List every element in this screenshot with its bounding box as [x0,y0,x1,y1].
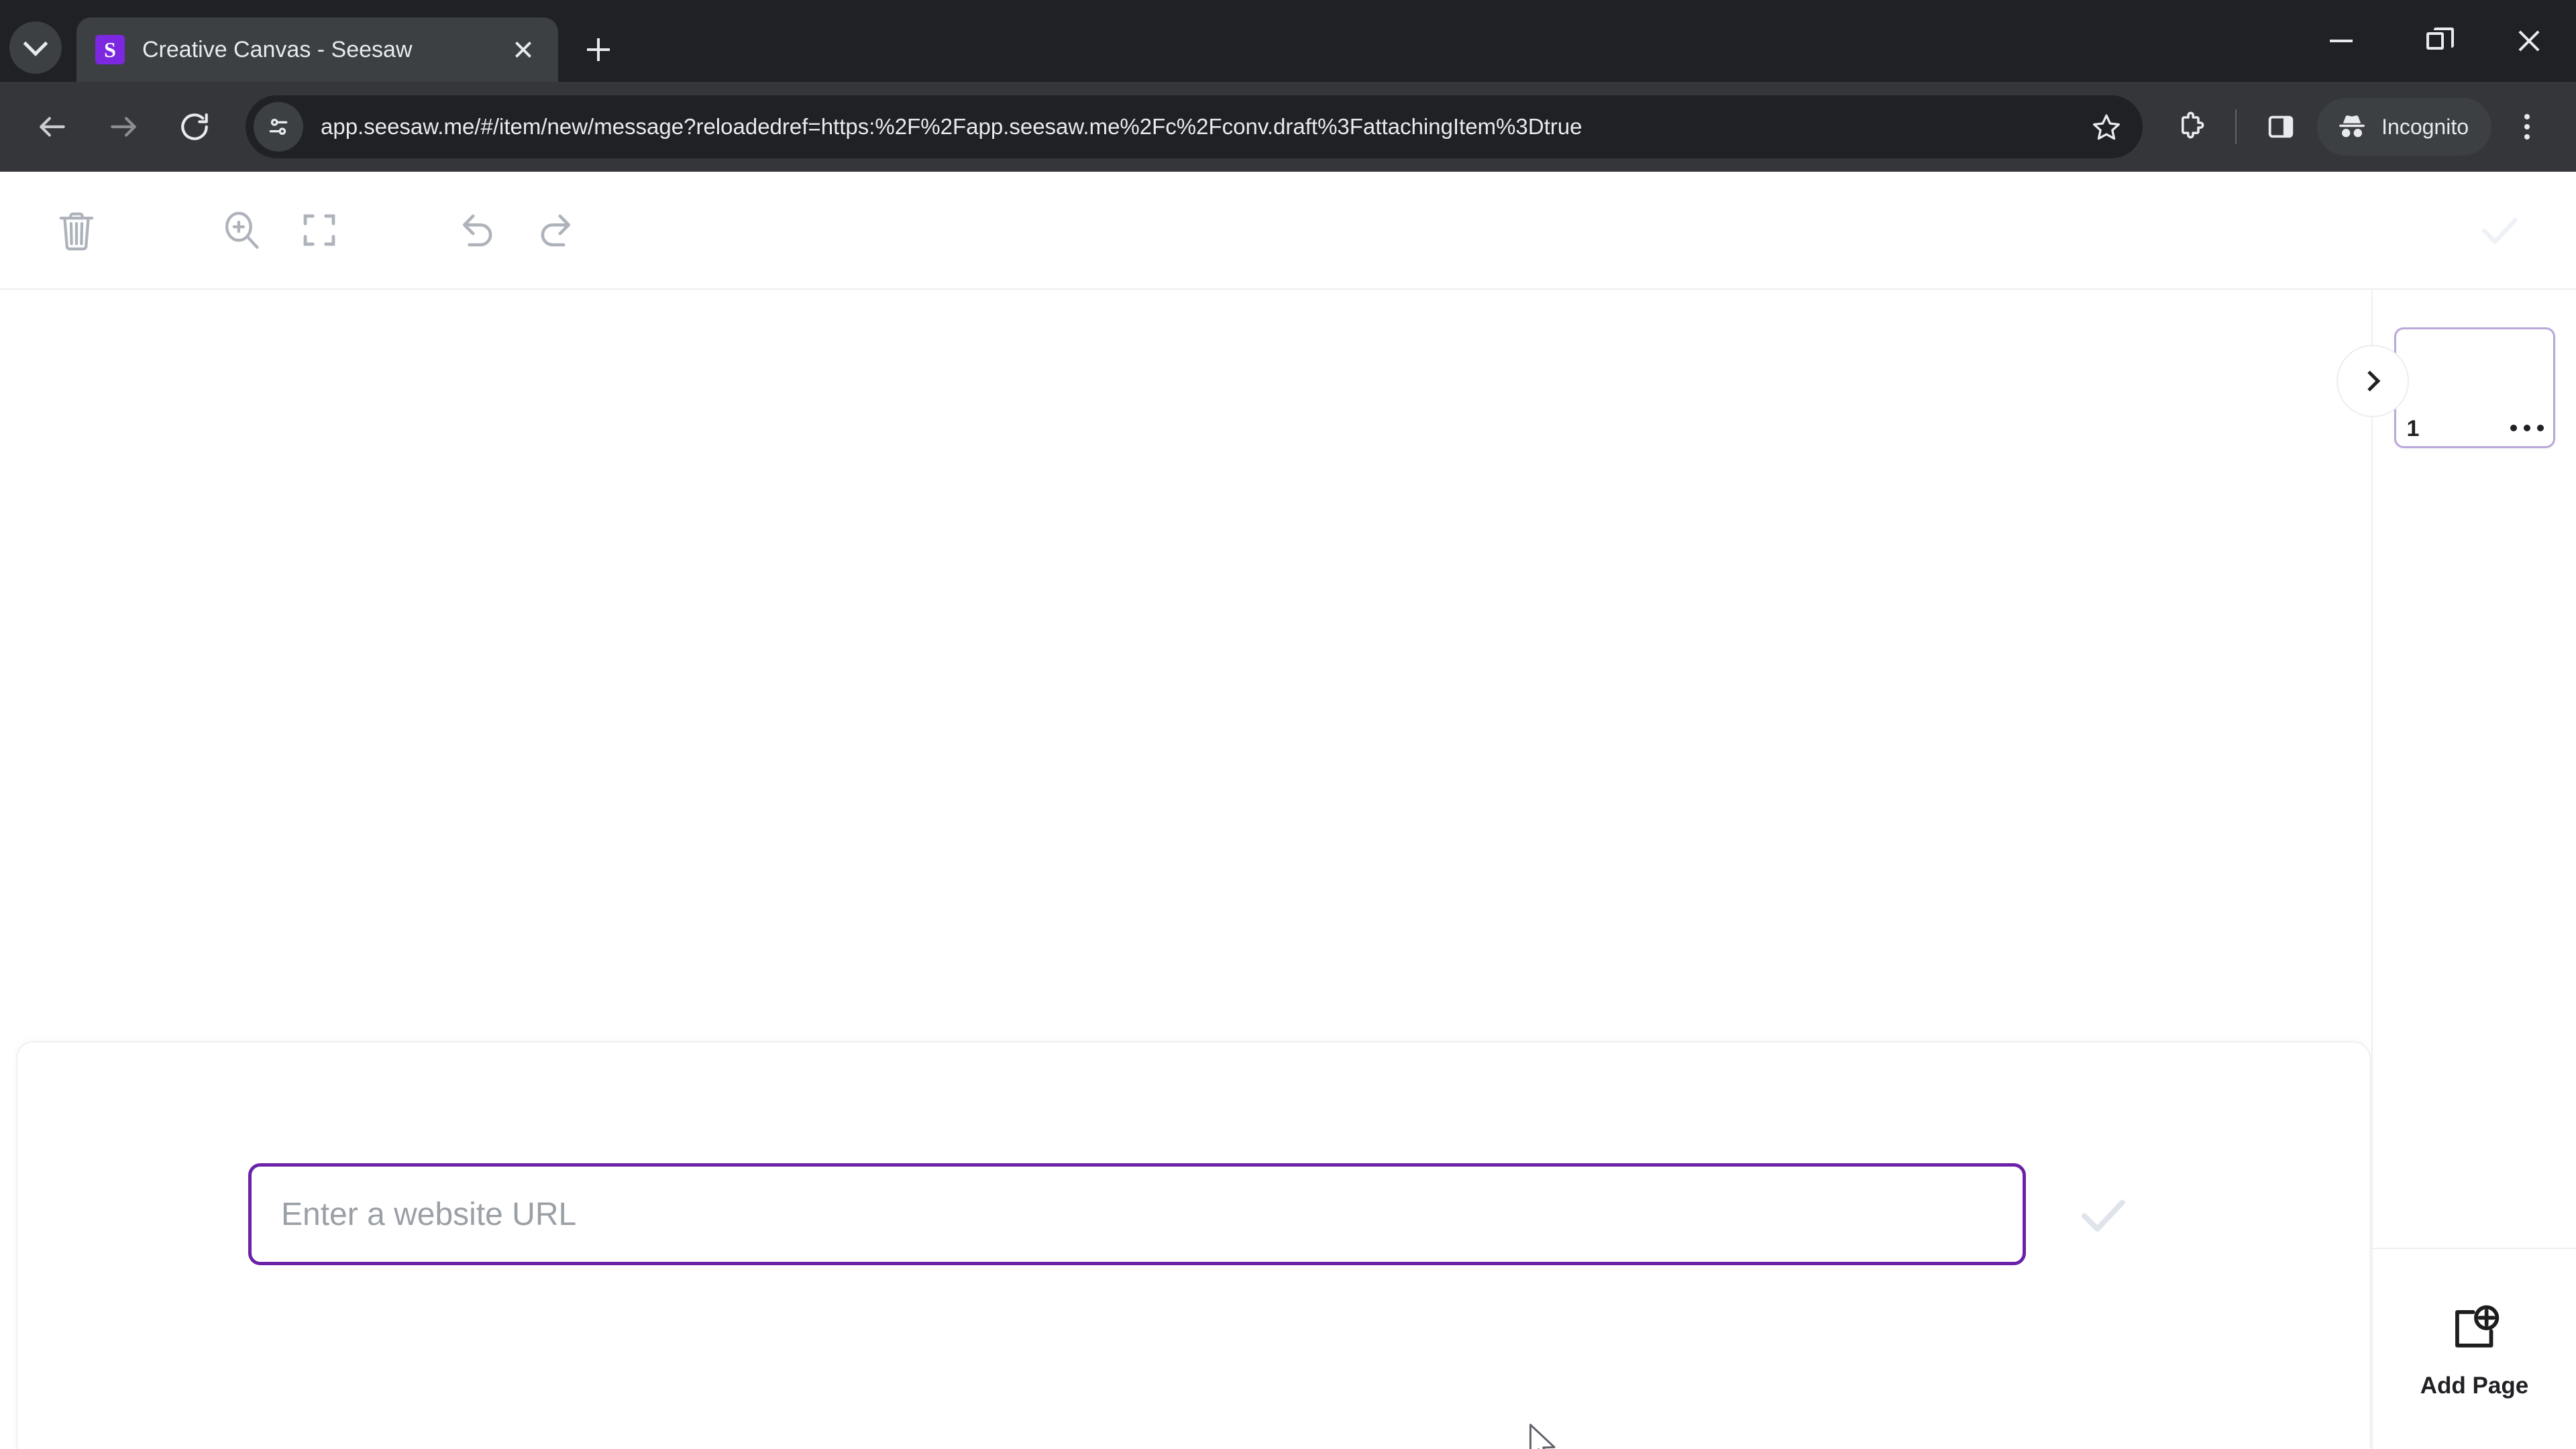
undo-button[interactable] [439,191,517,269]
fit-screen-icon [303,214,335,246]
undo-icon [462,214,492,247]
minimize-window-button[interactable] [2294,0,2388,82]
website-url-confirm-button[interactable] [2066,1177,2140,1251]
forward-button[interactable] [91,95,156,159]
incognito-indicator[interactable]: Incognito [2317,98,2491,156]
toolbar-confirm-button[interactable] [2461,191,2538,269]
add-page-icon [2455,1305,2499,1348]
address-bar[interactable]: app.seesaw.me/#/item/new/message?reloade… [246,95,2143,158]
menu-dot [2524,134,2530,140]
zoom-in-icon [225,211,259,249]
redo-button[interactable] [517,191,594,269]
canvas-toolbar [0,172,2576,290]
seesaw-favicon-icon: S [95,35,125,64]
tab-strip: S Creative Canvas - Seesaw [0,0,2576,82]
collapse-pages-panel-button[interactable] [2337,345,2409,417]
browser-chrome: S Creative Canvas - Seesaw app.seesaw.me… [0,0,2576,172]
restore-icon [2426,32,2444,50]
tab-title: Creative Canvas - Seesaw [142,36,413,62]
chevron-right-icon [2359,370,2381,392]
chrome-menu-button[interactable] [2498,98,2556,156]
website-url-input[interactable] [248,1163,2026,1265]
puzzle-piece-icon [2182,111,2204,139]
side-panel-icon [2268,115,2294,138]
check-icon [2082,1199,2125,1232]
fit-to-screen-button[interactable] [280,191,358,269]
reload-button[interactable] [162,95,227,159]
check-icon [2481,217,2518,244]
trash-icon [59,212,94,251]
page-thumbnail[interactable]: 1 [2394,327,2555,448]
delete-button[interactable] [38,191,115,269]
tune-icon [269,119,288,136]
seesaw-creative-canvas-app: 1 Add Page [0,172,2576,1449]
close-window-button[interactable] [2482,0,2576,82]
pages-sidebar: 1 Add Page [2337,290,2576,1449]
star-icon [2093,114,2121,140]
page-number-label: 1 [2406,416,2420,441]
website-url-row [248,1163,2140,1265]
toolbar-divider [2235,109,2237,144]
incognito-icon [2339,115,2365,138]
redo-icon [541,214,571,247]
minimize-icon [2330,40,2353,42]
bookmark-button[interactable] [2077,97,2136,156]
browser-tab[interactable]: S Creative Canvas - Seesaw [76,17,558,82]
side-panel-button[interactable] [2251,97,2310,156]
incognito-label: Incognito [2381,114,2469,139]
maximize-window-button[interactable] [2388,0,2482,82]
zoom-in-button[interactable] [203,191,280,269]
menu-dot [2510,425,2517,431]
page-options-button[interactable] [2510,425,2544,431]
menu-dot [2524,124,2530,129]
forward-arrow-icon [111,117,136,137]
reload-icon [181,113,208,140]
add-page-label: Add Page [2420,1373,2529,1399]
close-icon [2516,28,2542,54]
close-tab-icon[interactable] [506,32,541,67]
canvas-area[interactable] [0,290,2371,1449]
back-arrow-icon [40,117,65,137]
website-url-panel [16,1041,2371,1449]
browser-toolbar: app.seesaw.me/#/item/new/message?reloade… [0,82,2576,172]
menu-dot [2523,425,2530,431]
menu-dot [2536,425,2544,431]
chevron-down-icon [23,31,48,56]
tab-search-button[interactable] [9,21,62,74]
back-button[interactable] [20,95,85,159]
extensions-button[interactable] [2161,97,2220,156]
window-controls [2294,0,2576,82]
add-page-button[interactable]: Add Page [2373,1248,2576,1449]
url-text: app.seesaw.me/#/item/new/message?reloade… [321,114,1582,139]
site-info-button[interactable] [254,102,303,152]
new-tab-button[interactable] [574,25,623,74]
menu-dot [2524,114,2530,119]
